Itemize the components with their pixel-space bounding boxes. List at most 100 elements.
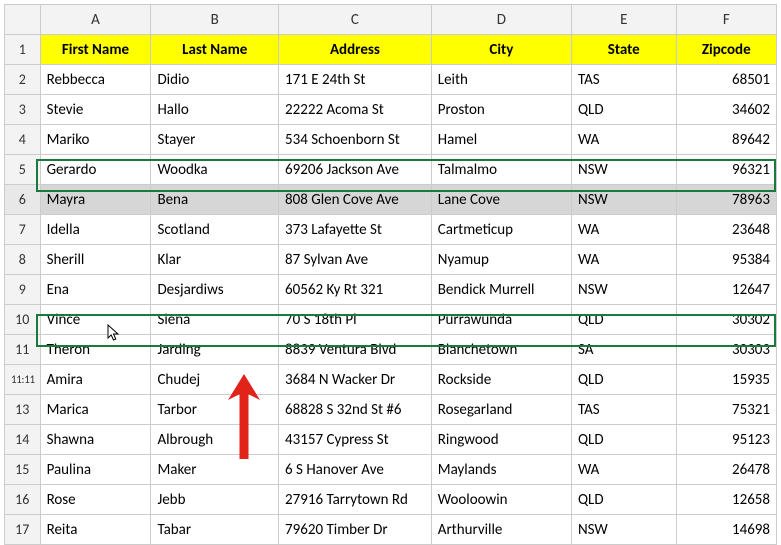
row-header[interactable]: 6: [5, 185, 41, 215]
cell[interactable]: 171 E 24th St: [279, 65, 432, 95]
cell[interactable]: QLD: [571, 305, 676, 335]
select-all-corner[interactable]: [5, 5, 41, 35]
cell[interactable]: Albrough: [151, 425, 279, 455]
row-header[interactable]: 8: [5, 245, 41, 275]
cell[interactable]: NSW: [571, 155, 676, 185]
cell[interactable]: 8839 Ventura Blvd: [279, 335, 432, 365]
cell[interactable]: 87 Sylvan Ave: [279, 245, 432, 275]
cell[interactable]: Blanchetown: [431, 335, 571, 365]
header-cell-address[interactable]: Address: [279, 35, 432, 65]
cell[interactable]: NSW: [571, 515, 676, 545]
spreadsheet-grid[interactable]: A B C D E F 1First NameLast NameAddressC…: [4, 4, 777, 545]
cell[interactable]: 68828 S 32nd St #6: [279, 395, 432, 425]
col-header-A[interactable]: A: [40, 5, 151, 35]
cell[interactable]: 30302: [676, 305, 776, 335]
cell[interactable]: 534 Schoenborn St: [279, 125, 432, 155]
row-header[interactable]: 16: [5, 485, 41, 515]
cell[interactable]: 15935: [676, 365, 776, 395]
row-header[interactable]: 11: [5, 335, 41, 365]
cell[interactable]: Reita: [40, 515, 151, 545]
cell[interactable]: WA: [571, 245, 676, 275]
cell[interactable]: 75321: [676, 395, 776, 425]
cell[interactable]: Talmalmo: [431, 155, 571, 185]
cell[interactable]: Gerardo: [40, 155, 151, 185]
col-header-E[interactable]: E: [571, 5, 676, 35]
cell[interactable]: Wooloowin: [431, 485, 571, 515]
cell[interactable]: Stevie: [40, 95, 151, 125]
cell[interactable]: 27916 Tarrytown Rd: [279, 485, 432, 515]
row-header[interactable]: 1: [5, 35, 41, 65]
cell[interactable]: TAS: [571, 65, 676, 95]
cell[interactable]: Siena: [151, 305, 279, 335]
cell[interactable]: Tabar: [151, 515, 279, 545]
row-header[interactable]: 15: [5, 455, 41, 485]
cell[interactable]: WA: [571, 215, 676, 245]
cell[interactable]: Jebb: [151, 485, 279, 515]
cell[interactable]: 808 Glen Cove Ave: [279, 185, 432, 215]
cell[interactable]: 14698: [676, 515, 776, 545]
cell[interactable]: WA: [571, 455, 676, 485]
col-header-B[interactable]: B: [151, 5, 279, 35]
cell[interactable]: Chudej: [151, 365, 279, 395]
cell[interactable]: 26478: [676, 455, 776, 485]
row-header[interactable]: 4: [5, 125, 41, 155]
cell[interactable]: Amira: [40, 365, 151, 395]
cell[interactable]: 6 S Hanover Ave: [279, 455, 432, 485]
col-header-F[interactable]: F: [676, 5, 776, 35]
cell[interactable]: 43157 Cypress St: [279, 425, 432, 455]
cell[interactable]: 69206 Jackson Ave: [279, 155, 432, 185]
cell[interactable]: 3684 N Wacker Dr: [279, 365, 432, 395]
cell[interactable]: Purrawunda: [431, 305, 571, 335]
header-cell-city[interactable]: City: [431, 35, 571, 65]
cell[interactable]: Rosegarland: [431, 395, 571, 425]
cell[interactable]: Ena: [40, 275, 151, 305]
cell[interactable]: SA: [571, 335, 676, 365]
cell[interactable]: Woodka: [151, 155, 279, 185]
cell[interactable]: Sherill: [40, 245, 151, 275]
header-cell-zipcode[interactable]: Zipcode: [676, 35, 776, 65]
cell[interactable]: 96321: [676, 155, 776, 185]
header-cell-state[interactable]: State: [571, 35, 676, 65]
cell[interactable]: 373 Lafayette St: [279, 215, 432, 245]
cell[interactable]: Didio: [151, 65, 279, 95]
cell[interactable]: Stayer: [151, 125, 279, 155]
cell[interactable]: Bena: [151, 185, 279, 215]
cell[interactable]: Maylands: [431, 455, 571, 485]
header-cell-firstName[interactable]: First Name: [40, 35, 151, 65]
cell[interactable]: Rebbecca: [40, 65, 151, 95]
cell[interactable]: 60562 Ky Rt 321: [279, 275, 432, 305]
cell[interactable]: Arthurville: [431, 515, 571, 545]
cell[interactable]: Bendick Murrell: [431, 275, 571, 305]
cell[interactable]: Rose: [40, 485, 151, 515]
cell[interactable]: Proston: [431, 95, 571, 125]
cell[interactable]: 95384: [676, 245, 776, 275]
row-header[interactable]: 10: [5, 305, 41, 335]
row-header[interactable]: 2: [5, 65, 41, 95]
cell[interactable]: Hamel: [431, 125, 571, 155]
cell[interactable]: 23648: [676, 215, 776, 245]
row-header[interactable]: 3: [5, 95, 41, 125]
cell[interactable]: QLD: [571, 95, 676, 125]
cell[interactable]: Hallo: [151, 95, 279, 125]
cell[interactable]: Shawna: [40, 425, 151, 455]
cell[interactable]: Rockside: [431, 365, 571, 395]
cell[interactable]: 12658: [676, 485, 776, 515]
cell[interactable]: 79620 Timber Dr: [279, 515, 432, 545]
cell[interactable]: Mayra: [40, 185, 151, 215]
cell[interactable]: Desjardiws: [151, 275, 279, 305]
cell[interactable]: Mariko: [40, 125, 151, 155]
cell[interactable]: Lane Cove: [431, 185, 571, 215]
cell[interactable]: 22222 Acoma St: [279, 95, 432, 125]
cell[interactable]: Nyamup: [431, 245, 571, 275]
cell[interactable]: 78963: [676, 185, 776, 215]
cell[interactable]: 68501: [676, 65, 776, 95]
cell[interactable]: 95123: [676, 425, 776, 455]
cell[interactable]: 89642: [676, 125, 776, 155]
cell[interactable]: 34602: [676, 95, 776, 125]
row-header[interactable]: 14: [5, 425, 41, 455]
cell[interactable]: Klar: [151, 245, 279, 275]
row-header[interactable]: 17: [5, 515, 41, 545]
cell[interactable]: Theron: [40, 335, 151, 365]
cell[interactable]: 12647: [676, 275, 776, 305]
cell[interactable]: QLD: [571, 365, 676, 395]
